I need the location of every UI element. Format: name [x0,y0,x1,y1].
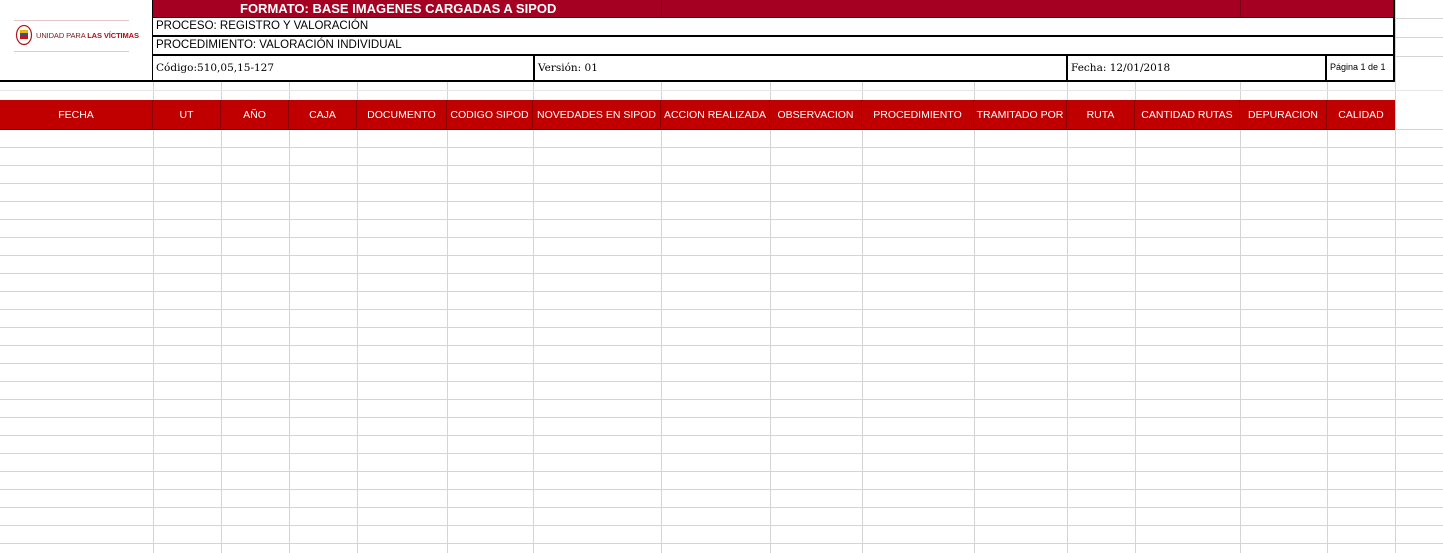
grid-row-line [0,219,1443,220]
grid-row-line [1395,18,1443,19]
column-header-calidad[interactable]: CALIDAD [1327,100,1395,129]
column-header-observacion[interactable]: OBSERVACION [770,100,862,129]
proceso-label: PROCESO: REGISTRO Y VALORACIÓN [156,20,369,32]
column-header-cantidad-rutas[interactable]: CANTIDAD RUTAS [1135,100,1240,129]
column-header-codigo-sipod[interactable]: CODIGO SIPOD [447,100,533,129]
codigo-cell[interactable]: Código:510,05,15-127 [153,56,535,80]
grid-row-line [0,165,1443,166]
header-bottom-border [0,80,153,82]
column-header-tramitado-por[interactable]: TRAMITADO POR [974,100,1067,129]
column-header-ut[interactable]: UT [153,100,221,129]
logo-cell: UNIDAD PARA LAS VÍCTIMAS [0,0,153,82]
column-header-ano[interactable]: AÑO [221,100,289,129]
logo-rule-bottom [14,51,129,52]
grid-row-line [0,507,1443,508]
grid-row-line [1395,56,1443,57]
title-bar[interactable]: FORMATO: BASE IMAGENES CARGADAS A SIPOD [153,0,1395,18]
grid-row-line [0,453,1443,454]
column-header-novedades-en-sipod[interactable]: NOVEDADES EN SIPOD [533,100,661,129]
fecha-cell[interactable]: Fecha: 12/01/2018 [1068,56,1327,80]
unidad-victimas-logo: UNIDAD PARA LAS VÍCTIMAS [15,24,139,46]
column-header-documento[interactable]: DOCUMENTO [357,100,447,129]
grid-row-line [0,399,1443,400]
pagina-cell[interactable]: Página 1 de 1 [1327,56,1393,80]
proceso-row[interactable]: PROCESO: REGISTRO Y VALORACIÓN [153,18,1395,37]
grid-row-line [0,309,1443,310]
title-cell-divider [661,0,662,17]
colombia-seal-icon [15,24,33,46]
pagina-label: Página 1 de 1 [1330,62,1386,72]
metadata-row: Código:510,05,15-127 Versión: 01 Fecha: … [153,56,1395,82]
grid-row-line [0,237,1443,238]
grid-row-line [0,435,1443,436]
column-header-fecha[interactable]: FECHA [0,100,153,129]
title-cell-divider [1240,0,1241,17]
grid-row-line [0,90,1443,91]
column-header-row: FECHA UT AÑO CAJA DOCUMENTO CODIGO SIPOD… [0,100,1395,130]
grid-row-line [0,255,1443,256]
column-header-depuracion[interactable]: DEPURACION [1240,100,1327,129]
form-title: FORMATO: BASE IMAGENES CARGADAS A SIPOD [240,1,557,16]
grid-row-line [0,363,1443,364]
grid-row-line [0,327,1443,328]
grid-row-line [0,543,1443,544]
grid-row-line [0,345,1443,346]
grid-row-line [0,471,1443,472]
grid-row-line [0,201,1443,202]
grid-row-line [0,291,1443,292]
logo-text: UNIDAD PARA LAS VÍCTIMAS [36,30,139,40]
column-header-procedimiento[interactable]: PROCEDIMIENTO [862,100,974,129]
column-header-caja[interactable]: CAJA [289,100,357,129]
logo-rule-top [14,20,129,21]
procedimiento-label: PROCEDIMIENTO: VALORACIÓN INDIVIDUAL [156,39,402,51]
fecha-label: Fecha: 12/01/2018 [1071,62,1171,74]
grid-row-line [0,489,1443,490]
grid-row-line [0,147,1443,148]
grid-row-line [1395,37,1443,38]
version-label: Versión: 01 [538,62,598,74]
grid-row-line [0,417,1443,418]
grid-row-line [0,273,1443,274]
grid-row-line [0,381,1443,382]
grid-row-line [0,525,1443,526]
procedimiento-row[interactable]: PROCEDIMIENTO: VALORACIÓN INDIVIDUAL [153,37,1395,56]
column-header-accion-realizada[interactable]: ACCION REALIZADA [661,100,770,129]
column-header-ruta[interactable]: RUTA [1067,100,1135,129]
version-cell[interactable]: Versión: 01 [535,56,1068,80]
codigo-label: Código:510,05,15-127 [156,62,275,74]
grid-row-line [0,183,1443,184]
